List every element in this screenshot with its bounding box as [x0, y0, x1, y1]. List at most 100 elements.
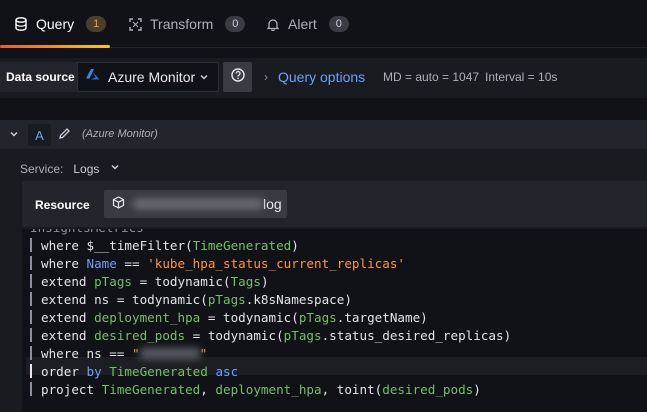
code-operator: where: [41, 238, 87, 253]
collapse-chevron-icon[interactable]: [8, 127, 20, 145]
code-operator: project: [41, 382, 102, 397]
code-operator: extend: [41, 310, 95, 325]
code-line: extend pTags = todynamic(Tags): [30, 273, 269, 291]
transform-icon: [128, 17, 142, 31]
pipe-bar: [30, 310, 32, 324]
service-value: Logs: [73, 161, 100, 176]
resource-suffix: log: [263, 196, 282, 212]
tab-transform-count: 0: [225, 16, 246, 32]
pipe-bar: [30, 328, 32, 342]
query-options-label: Query options: [278, 69, 366, 85]
cube-icon: [112, 196, 125, 212]
code-line: extend desired_pods = todynamic(pTags.st…: [30, 327, 511, 345]
code-token: deployment_hpa: [94, 310, 201, 325]
code-token: TimeGenerated: [192, 238, 292, 253]
code-line: order by TimeGenerated asc: [30, 363, 238, 381]
tab-query-label: Query: [36, 16, 75, 32]
code-token: desired_pods: [382, 382, 474, 397]
code-token: Tags: [230, 274, 261, 289]
code-token: (: [223, 274, 231, 289]
chevron-down-icon: [198, 70, 210, 86]
code-token: (: [200, 292, 208, 307]
code-token: 'kube_hpa_status_current_replicas': [147, 256, 405, 271]
resource-picker[interactable]: log: [104, 190, 287, 218]
resource-row: Resource log: [22, 181, 647, 227]
tab-alert[interactable]: Alert 0: [266, 0, 349, 48]
service-selector[interactable]: Service: Logs: [20, 161, 121, 176]
code-token: .k8sNamespace): [245, 292, 352, 307]
kql-code-editor[interactable]: InsightsMetrics where $__timeFilter(Time…: [22, 229, 647, 412]
code-token: desired_pods: [94, 328, 186, 343]
datasource-picker[interactable]: Azure Monitor: [77, 62, 219, 92]
code-token: (: [185, 238, 193, 253]
tab-transform-label: Transform: [150, 16, 214, 32]
code-token: Name: [86, 256, 117, 271]
datasource-selected: Azure Monitor: [108, 69, 196, 85]
code-token: ): [291, 238, 299, 253]
code-token: by: [86, 364, 102, 379]
code-token: asc: [215, 364, 239, 379]
code-token: ns: [86, 346, 102, 361]
code-token: =: [109, 292, 132, 307]
interval-info: Interval = 10s: [485, 70, 558, 84]
code-operator: where: [41, 256, 87, 271]
code-token: ns: [94, 292, 110, 307]
code-token: pTags: [94, 274, 132, 289]
code-token: pTags: [207, 292, 246, 307]
code-token: ): [260, 274, 269, 289]
code-token: ,: [200, 382, 216, 397]
code-line: where $__timeFilter(TimeGenerated): [30, 237, 299, 255]
code-token: todynamic: [132, 292, 201, 307]
code-token: =: [132, 274, 155, 289]
datasource-row: Data source Azure Monitor › Query option…: [0, 58, 647, 98]
redacted-namespace: [139, 348, 200, 359]
code-line: project TimeGenerated, deployment_hpa, t…: [30, 381, 481, 399]
question-circle-icon: [230, 67, 245, 87]
code-token: ": [132, 346, 140, 361]
query-body: Service: Logs Resource log InsightsMetri…: [0, 149, 647, 412]
pipe-bar: [30, 256, 32, 270]
code-operator: extend: [41, 274, 95, 289]
code-token: TimeGenerated: [101, 382, 201, 397]
query-editor-tabs: Query 1 Transform 0 Alert 0: [0, 0, 647, 48]
code-line: extend deployment_hpa = todynamic(pTags.…: [30, 309, 428, 327]
pipe-bar: [30, 238, 32, 252]
help-button[interactable]: [223, 62, 252, 92]
query-datasource-hint: (Azure Monitor): [82, 128, 158, 140]
code-token: (: [291, 310, 299, 325]
code-token: =: [200, 310, 223, 325]
query-options-toggle[interactable]: › Query options: [264, 62, 365, 92]
code-token: todynamic: [207, 328, 277, 343]
code-token: ==: [116, 256, 148, 271]
code-operator: extend: [41, 328, 95, 343]
pencil-icon[interactable]: [58, 127, 71, 145]
code-token: todynamic: [222, 310, 292, 325]
code-token: =: [185, 328, 208, 343]
tab-transform[interactable]: Transform 0: [128, 0, 246, 48]
azure-logo-icon: [85, 69, 100, 85]
tab-query[interactable]: Query 1: [0, 0, 111, 48]
pipe-bar: [30, 292, 32, 306]
max-data-points-info: MD = auto = 1047: [383, 70, 480, 84]
service-label: Service:: [20, 161, 64, 176]
code-token: deployment_hpa: [215, 382, 322, 397]
tab-query-count: 1: [86, 16, 107, 32]
tab-alert-count: 0: [328, 16, 349, 32]
pipe-bar: [30, 346, 32, 360]
pipe-bar: [30, 274, 32, 288]
code-line-table: InsightsMetrics: [30, 229, 144, 237]
code-line: where Name == 'kube_hpa_status_current_r…: [30, 255, 405, 273]
chevron-right-icon: ›: [264, 70, 268, 84]
query-ref-id[interactable]: A: [28, 124, 51, 146]
datasource-label: Data source: [0, 62, 81, 92]
code-token: .status_desired_replicas): [321, 328, 512, 343]
code-token: pTags: [298, 310, 337, 325]
query-row-header: A (Azure Monitor): [0, 120, 647, 149]
code-token: pTags: [283, 328, 322, 343]
code-token: TimeGenerated: [109, 364, 208, 379]
code-line: where ns == " ": [30, 345, 207, 363]
tab-alert-label: Alert: [288, 16, 317, 32]
resource-label: Resource: [35, 198, 90, 212]
code-token: (: [276, 328, 284, 343]
code-token: ): [473, 382, 481, 397]
